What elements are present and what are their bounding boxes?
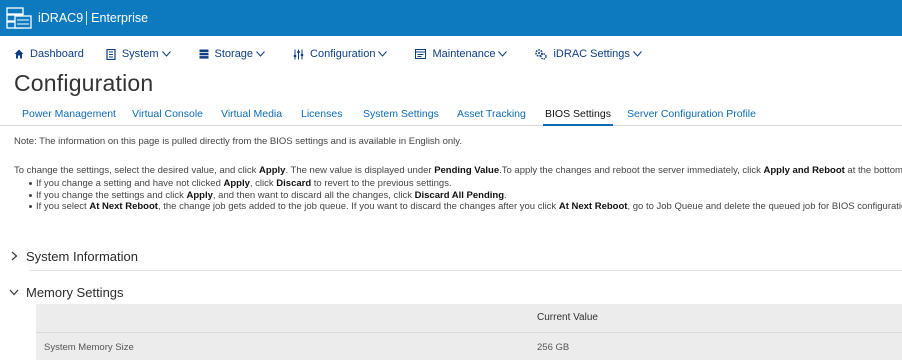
list-item-emphasis: At Next Reboot (558, 201, 628, 212)
system-icon (106, 48, 116, 60)
instructions-text: at the bottom of (847, 165, 902, 176)
instructions-text: To change the settings, select the desir… (14, 165, 260, 176)
list-item-text: If you change a setting and have not cli… (36, 178, 224, 189)
nav-maintenance-label: Maintenance (432, 48, 496, 60)
list-item-text: If you select (36, 201, 90, 212)
list-item-text: , go to Job Queue and delete the queued … (627, 201, 902, 212)
list-item-emphasis: Apply (223, 178, 250, 189)
list-item-emphasis: Apply (186, 189, 213, 201)
chevron-down-icon (8, 286, 20, 298)
table-row-value: 256 GB (537, 342, 570, 353)
column-header-current-value: Current Value (537, 312, 598, 323)
section-title: Memory Settings (26, 284, 124, 300)
list-item-text: to revert to the previous settings. (311, 178, 452, 189)
product-brand: iDRAC9 Enterprise (38, 11, 148, 25)
gears-icon (535, 48, 548, 60)
instructions-text: . The new value is displayed under (285, 165, 435, 176)
tab-asset-tracking[interactable]: Asset Tracking (457, 108, 526, 120)
tab-virtual-media[interactable]: Virtual Media (221, 108, 282, 120)
list-item-text: If you change the settings and click (36, 189, 187, 201)
chevron-down-icon (633, 51, 642, 57)
section-divider (30, 270, 902, 271)
list-item-text: . (504, 189, 507, 201)
configuration-tabs: Power Management Virtual Console Virtual… (0, 106, 902, 126)
instructions-emphasis: Apply (259, 165, 286, 176)
list-item-text: , the change job gets added to the job q… (157, 201, 559, 212)
nav-storage-label: Storage (214, 48, 254, 60)
chevron-down-icon (498, 51, 508, 57)
home-icon (14, 49, 24, 59)
section-title: System Information (26, 248, 138, 264)
bios-note: Note: The information on this page is pu… (14, 136, 462, 147)
top-header-bar: iDRAC9 Enterprise (0, 0, 902, 36)
table-row-label: System Memory Size (44, 342, 134, 353)
instructions-list: If you change a setting and have not cli… (28, 178, 902, 213)
list-item-emphasis: Discard (276, 178, 312, 189)
nav-dashboard-label: Dashboard (30, 48, 84, 60)
storage-icon (199, 49, 209, 59)
chevron-down-icon (256, 51, 265, 57)
list-item-emphasis: At Next Reboot (89, 201, 158, 212)
nav-idrac-settings-label: iDRAC Settings (553, 48, 630, 60)
product-edition: Enterprise (91, 11, 149, 25)
instructions-emphasis: Pending Value (434, 165, 500, 176)
nav-configuration-label: Configuration (310, 48, 376, 60)
tab-virtual-console[interactable]: Virtual Console (132, 108, 203, 120)
memory-settings-table: Current Value System Memory Size 256 GB (36, 304, 902, 360)
server-rack-icon (6, 7, 32, 29)
chevron-down-icon (161, 51, 171, 57)
nav-system[interactable]: System (106, 48, 177, 60)
instructions-emphasis: Apply and Reboot (763, 165, 845, 176)
list-item-text: , click (249, 178, 277, 189)
chevron-right-icon (8, 250, 20, 262)
nav-maintenance[interactable]: Maintenance (415, 48, 513, 60)
main-navigation: Dashboard System Storage Configuration M… (0, 44, 670, 64)
tab-system-settings[interactable]: System Settings (363, 108, 439, 120)
list-item-text: , and then want to discard all the chang… (212, 189, 415, 201)
brand-divider (86, 11, 88, 25)
section-memory-settings[interactable]: Memory Settings (8, 281, 902, 303)
sliders-icon (293, 49, 304, 59)
list-item: If you change the settings and click App… (28, 189, 902, 202)
product-name: iDRAC9 (38, 11, 84, 25)
section-system-information[interactable]: System Information (8, 245, 902, 267)
tab-licenses[interactable]: Licenses (301, 108, 342, 120)
nav-storage[interactable]: Storage (199, 48, 272, 60)
nav-dashboard[interactable]: Dashboard (14, 48, 84, 60)
page-title: Configuration (14, 70, 154, 96)
table-row-divider (36, 332, 902, 333)
list-item-emphasis: Discard All Pending (414, 189, 505, 201)
instructions-text: .To apply the changes and reboot the ser… (499, 165, 764, 176)
maintenance-icon (415, 49, 427, 59)
instructions-paragraph: To change the settings, select the desir… (14, 165, 902, 176)
tab-bios-settings[interactable]: BIOS Settings (543, 108, 613, 126)
list-item: If you change a setting and have not cli… (28, 178, 902, 190)
tab-server-configuration-profile[interactable]: Server Configuration Profile (627, 108, 756, 120)
nav-idrac-settings[interactable]: iDRAC Settings (535, 48, 647, 60)
nav-configuration[interactable]: Configuration (293, 48, 393, 60)
list-item: If you select At Next Reboot, the change… (28, 201, 902, 213)
tab-power-management[interactable]: Power Management (22, 108, 116, 120)
chevron-down-icon (378, 51, 388, 57)
nav-system-label: System (121, 48, 159, 60)
